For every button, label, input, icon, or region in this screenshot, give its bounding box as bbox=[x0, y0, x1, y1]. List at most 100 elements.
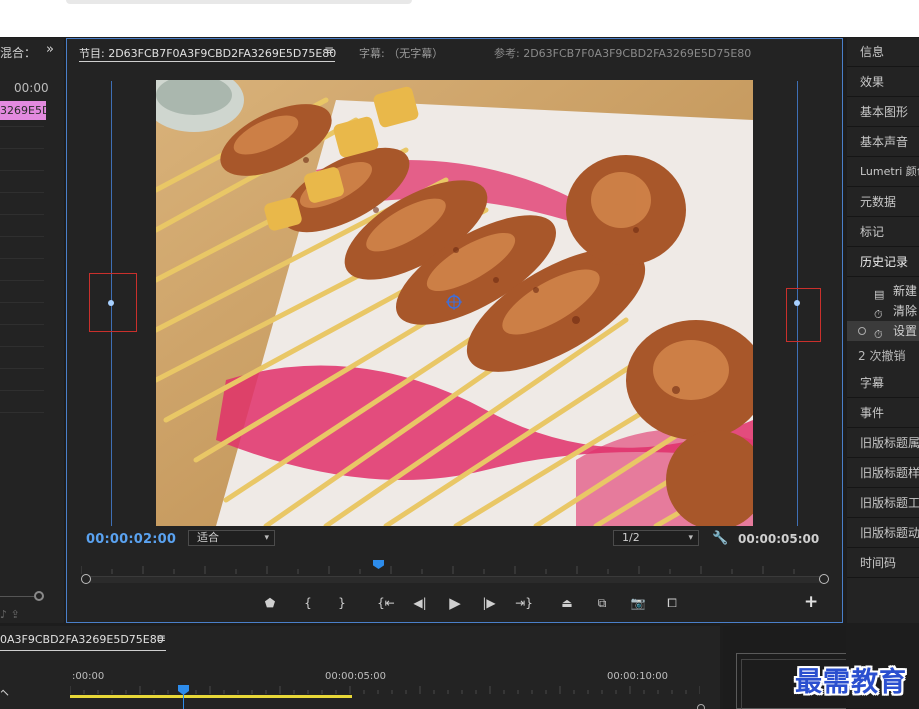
zoom-scroll-bar[interactable] bbox=[86, 576, 825, 583]
timeline-zoom-handle[interactable] bbox=[697, 704, 705, 709]
guide-handle-right[interactable] bbox=[794, 300, 800, 306]
timeline-playhead-line bbox=[183, 694, 184, 709]
left-panel-icons: ♪ ⇪ bbox=[0, 608, 20, 621]
mark-in-icon[interactable]: { bbox=[301, 594, 315, 612]
playback-resolution-select[interactable]: 1/2 ▾ bbox=[613, 530, 699, 546]
track-divider bbox=[0, 324, 44, 325]
track-divider bbox=[0, 390, 44, 391]
panel-item-legacy-title-properties[interactable]: 旧版标题属性 bbox=[847, 429, 919, 458]
left-zoom-track bbox=[0, 596, 34, 597]
track-divider bbox=[0, 126, 44, 127]
tab-captions[interactable]: 字幕: （无字幕） bbox=[359, 45, 443, 61]
timeline-time-label: 00:00:05:00 bbox=[325, 671, 387, 682]
current-state-radio bbox=[858, 327, 866, 335]
compare-icon[interactable]: ⧠ bbox=[661, 594, 683, 612]
duration-timecode: 00:00:05:00 bbox=[738, 532, 820, 546]
marker-icon[interactable]: ⬟ bbox=[263, 594, 277, 612]
left-panel-timecode: 00:00 bbox=[14, 81, 49, 95]
active-tab-underline bbox=[79, 61, 335, 62]
panel-item-timecode[interactable]: 时间码 bbox=[847, 549, 919, 578]
lift-icon[interactable]: ⏏ bbox=[556, 594, 578, 612]
left-panel: 混合： » 00:00 3269E5D ♪ ⇪ bbox=[0, 38, 64, 623]
zoom-level-value: 适合 bbox=[197, 531, 219, 544]
panel-item-metadata[interactable]: 元数据 bbox=[847, 188, 919, 217]
music-icon[interactable]: ♪ bbox=[0, 608, 7, 621]
history-row[interactable]: ⏱ 清除 bbox=[847, 301, 919, 321]
panel-item-legacy-title-actions[interactable]: 旧版标题动作 bbox=[847, 519, 919, 548]
left-panel-tab[interactable]: 混合： bbox=[0, 44, 36, 61]
timeline-time-label: :00:00 bbox=[72, 671, 105, 682]
left-zoom-handle[interactable] bbox=[34, 591, 44, 601]
timeline-menu-icon[interactable]: ≡ bbox=[156, 631, 166, 645]
panel-item-info[interactable]: 信息 bbox=[847, 38, 919, 67]
play-icon[interactable]: ▶ bbox=[446, 594, 464, 612]
panel-item-events[interactable]: 事件 bbox=[847, 399, 919, 428]
panel-item-essential-sound[interactable]: 基本声音 bbox=[847, 128, 919, 157]
timeline-panel: 0A3F9CBD2FA3269E5D75E80 ≡ :00:00 00:00:0… bbox=[0, 626, 720, 709]
tab-program[interactable]: 节目: 2D63FCB7F0A3F9CBD2FA3269E5D75E80 bbox=[79, 45, 337, 62]
panel-item-effects[interactable]: 效果 bbox=[847, 68, 919, 97]
step-forward-icon[interactable]: |▶ bbox=[480, 594, 498, 612]
track-divider bbox=[0, 346, 44, 347]
track-divider bbox=[0, 368, 44, 369]
extract-icon[interactable]: ⧉ bbox=[591, 594, 613, 612]
panel-item-lumetri[interactable]: Lumetri 颜色 bbox=[847, 158, 919, 187]
program-monitor: 节目: 2D63FCB7F0A3F9CBD2FA3269E5D75E80 ≡ 字… bbox=[66, 38, 843, 623]
guide-box-right bbox=[786, 288, 821, 342]
track-divider bbox=[0, 236, 44, 237]
browser-top-bar bbox=[0, 0, 919, 37]
right-panel: 信息 效果 基本图形 基本声音 Lumetri 颜色 元数据 标记 历史记录 ▤… bbox=[847, 38, 919, 623]
history-row-label: 设置 bbox=[893, 324, 918, 338]
track-divider bbox=[0, 258, 44, 259]
current-timecode[interactable]: 00:00:02:00 bbox=[86, 532, 176, 547]
active-tab-underline bbox=[0, 650, 166, 651]
work-area-bar[interactable] bbox=[70, 695, 352, 698]
wrench-icon[interactable]: 🔧 bbox=[712, 531, 728, 546]
add-button-icon[interactable]: + bbox=[804, 592, 818, 612]
export-icon[interactable]: ⇪ bbox=[11, 608, 20, 621]
timeline-ruler[interactable] bbox=[70, 686, 700, 694]
playback-resolution-value: 1/2 bbox=[622, 531, 640, 544]
video-image bbox=[156, 80, 753, 526]
track-divider bbox=[0, 214, 44, 215]
guide-handle-left[interactable] bbox=[108, 300, 114, 306]
timeline-time-label: 00:00:10:00 bbox=[607, 671, 669, 682]
panel-item-captions[interactable]: 字幕 bbox=[847, 369, 919, 398]
panel-overflow-icon[interactable]: » bbox=[46, 42, 54, 57]
track-divider bbox=[0, 302, 44, 303]
watermark-logo: 最需教育 bbox=[795, 667, 907, 698]
go-to-in-icon[interactable]: {⇤ bbox=[375, 594, 397, 612]
panel-item-legacy-title-styles[interactable]: 旧版标题样式 bbox=[847, 459, 919, 488]
chevron-down-icon: ▾ bbox=[688, 533, 693, 543]
history-row-selected[interactable]: ⏱ 设置 bbox=[847, 321, 919, 341]
go-to-out-icon[interactable]: ⇥} bbox=[513, 594, 535, 612]
timeline-tab[interactable]: 0A3F9CBD2FA3269E5D75E80 bbox=[0, 633, 164, 646]
zoom-handle-left[interactable] bbox=[81, 574, 91, 584]
track-divider bbox=[0, 192, 44, 193]
zoom-level-select[interactable]: 适合 ▾ bbox=[188, 530, 275, 546]
zoom-handle-right[interactable] bbox=[819, 574, 829, 584]
history-row[interactable]: ▤ 新建 bbox=[847, 281, 919, 301]
top-search-bar[interactable] bbox=[66, 0, 412, 4]
panel-item-legacy-title-tools[interactable]: 旧版标题工具 bbox=[847, 489, 919, 518]
mark-out-icon[interactable]: } bbox=[335, 594, 349, 612]
panel-item-markers[interactable]: 标记 bbox=[847, 218, 919, 247]
step-back-icon[interactable]: ◀| bbox=[411, 594, 429, 612]
panel-item-history[interactable]: 历史记录 bbox=[847, 248, 919, 277]
clip-item[interactable]: 3269E5D bbox=[0, 101, 46, 120]
wrench-corner-icon[interactable]: ⌐ bbox=[0, 684, 14, 701]
time-ruler[interactable] bbox=[81, 564, 823, 574]
video-frame[interactable] bbox=[156, 80, 753, 526]
track-divider bbox=[0, 280, 44, 281]
chevron-down-icon: ▾ bbox=[264, 533, 269, 543]
tab-reference[interactable]: 参考: 2D63FCB7F0A3F9CBD2FA3269E5D75E80 bbox=[494, 45, 751, 61]
tab-program-label: 节目: 2D63FCB7F0A3F9CBD2FA3269E5D75E80 bbox=[79, 47, 337, 60]
program-menu-icon[interactable]: ≡ bbox=[324, 43, 334, 57]
panel-item-essential-graphics[interactable]: 基本图形 bbox=[847, 98, 919, 127]
track-divider bbox=[0, 148, 44, 149]
history-row-label: 新建 bbox=[893, 284, 918, 298]
stopwatch-icon: ⏱ bbox=[874, 328, 883, 341]
export-frame-icon[interactable]: 📷 bbox=[627, 594, 649, 612]
history-row-label: 清除 bbox=[893, 304, 918, 318]
undo-count: 2 次撤销 bbox=[858, 349, 906, 363]
